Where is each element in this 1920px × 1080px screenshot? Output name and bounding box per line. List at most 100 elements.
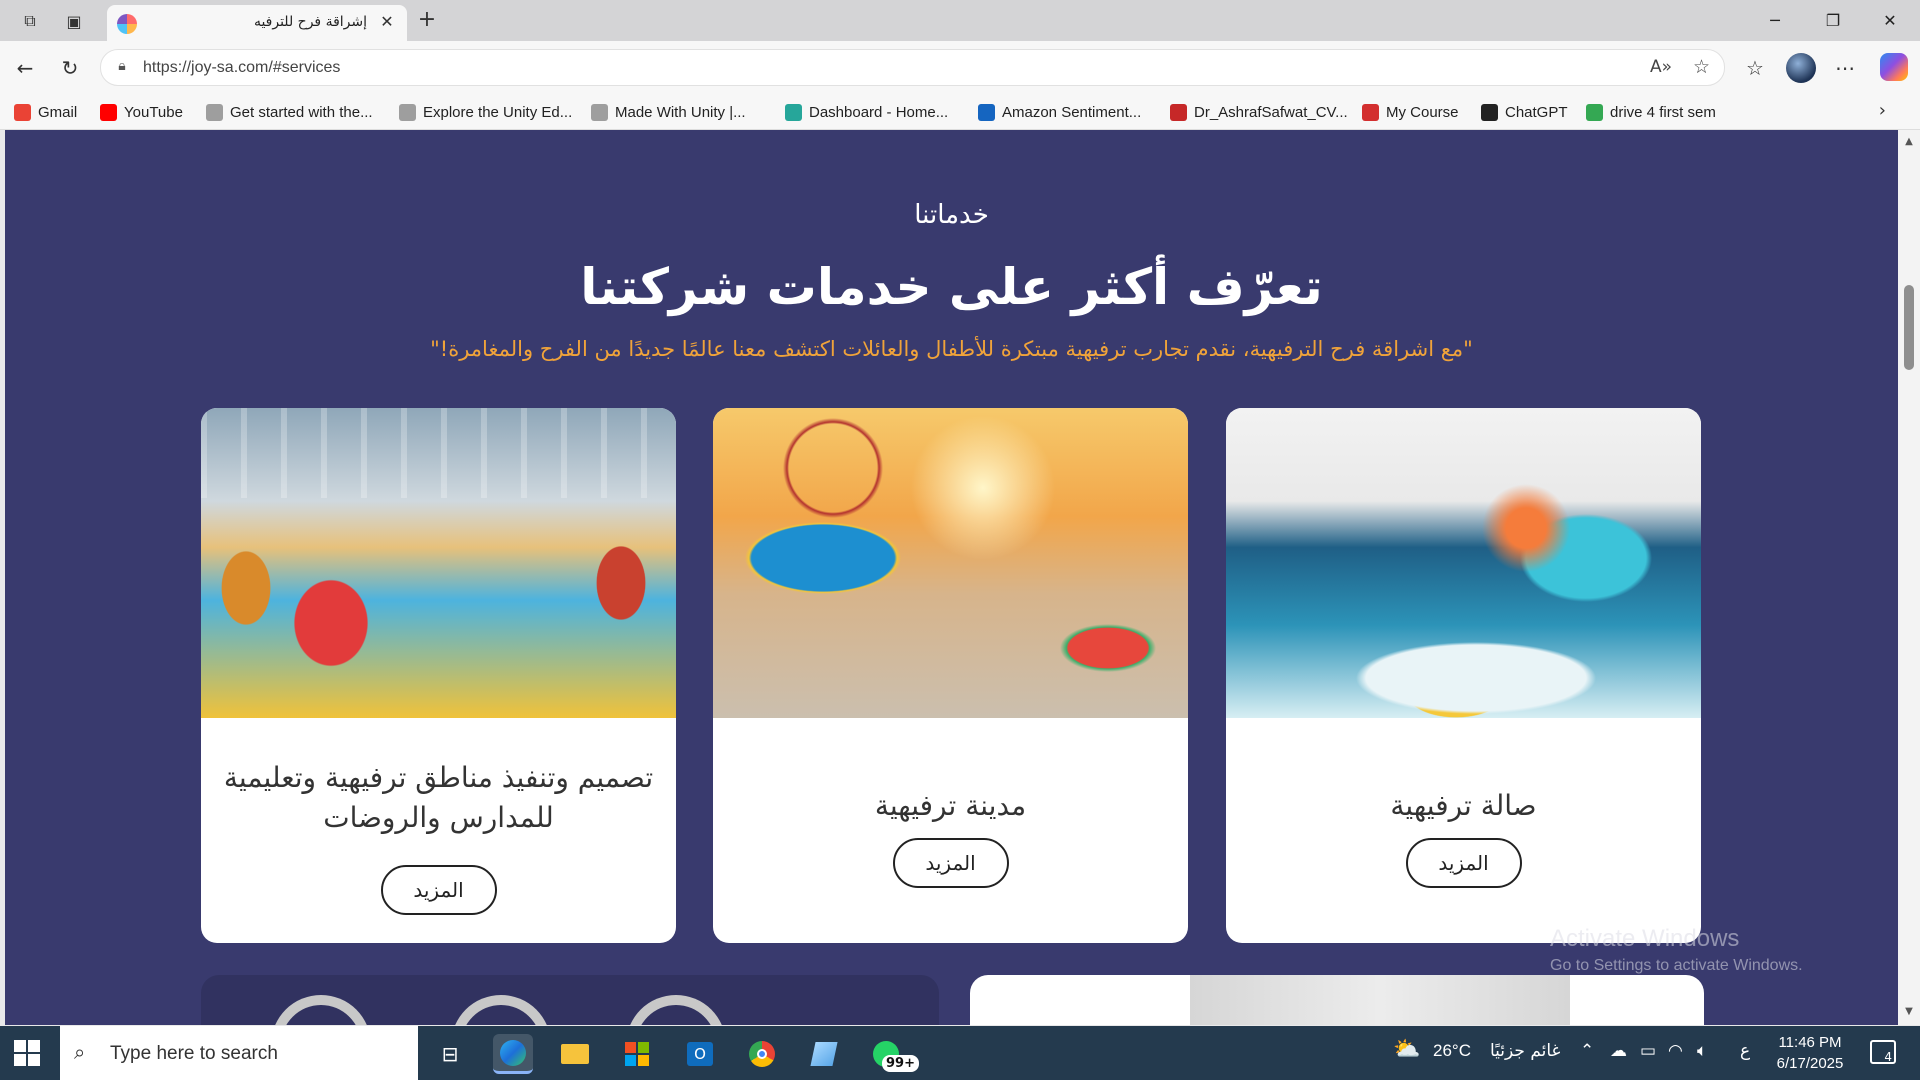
- site-info-icon[interactable]: 🔒︎: [113, 58, 131, 76]
- service-card-partial: [970, 975, 1704, 1025]
- service-card-schools-design: تصميم وتنفيذ مناطق ترفيهية وتعليمية للمد…: [201, 408, 676, 943]
- refresh-icon[interactable]: ↻: [55, 53, 85, 83]
- services-section: خدماتنا تعرّف أكثر على خدمات شركتنا "مع …: [5, 130, 1898, 1025]
- weather-description[interactable]: غائم جزئيًا: [1490, 1041, 1560, 1061]
- system-clock[interactable]: 11:46 PM 6/17/2025: [1770, 1032, 1850, 1074]
- bookmark-dashboard[interactable]: Dashboard - Home...: [785, 101, 948, 123]
- bookmark-drive[interactable]: drive 4 first sem: [1586, 101, 1716, 123]
- service-title: صالة ترفيهية: [1390, 789, 1537, 822]
- notes-app-icon[interactable]: [804, 1034, 844, 1074]
- bookmark-youtube[interactable]: YouTube: [100, 101, 183, 123]
- vertical-tabs-icon[interactable]: ▣: [60, 8, 88, 34]
- service-image: [1226, 408, 1701, 718]
- scroll-thumb[interactable]: [1904, 285, 1914, 370]
- ring-graphic: [451, 995, 551, 1025]
- bookmark-amazon-sentiment[interactable]: Amazon Sentiment...: [978, 101, 1141, 123]
- scroll-up-icon[interactable]: ▲: [1902, 136, 1916, 147]
- bookmark-made-with-unity[interactable]: Made With Unity |...: [591, 101, 746, 123]
- huawei-icon: [1362, 103, 1379, 121]
- section-heading: تعرّف أكثر على خدمات شركتنا: [580, 258, 1323, 316]
- url-text[interactable]: https://joy-sa.com/#services: [143, 59, 340, 77]
- bookmarks-bar: Gmail YouTube Get started with the... Ex…: [0, 94, 1920, 130]
- input-language[interactable]: ع: [1740, 1041, 1750, 1061]
- browser-tab-active[interactable]: إشراقة فرح للترفيه ✕: [107, 5, 407, 41]
- battery-icon[interactable]: ▭: [1640, 1041, 1656, 1061]
- edge-browser-icon[interactable]: [493, 1034, 533, 1074]
- notification-count: 4: [1884, 1050, 1892, 1064]
- weather-icon[interactable]: ⛅: [1393, 1037, 1420, 1062]
- notification-center-icon[interactable]: 4: [1870, 1040, 1896, 1064]
- unity-icon: [206, 103, 223, 121]
- microsoft-store-icon[interactable]: [617, 1034, 657, 1074]
- window-close-icon[interactable]: ✕: [1860, 0, 1920, 41]
- new-tab-button[interactable]: +: [412, 7, 442, 35]
- ring-graphic: [271, 995, 371, 1025]
- activate-windows-watermark: Activate Windows Go to Settings to activ…: [1550, 925, 1803, 974]
- copilot-icon[interactable]: [1880, 53, 1908, 81]
- clock-time: 11:46 PM: [1778, 1034, 1842, 1051]
- service-title: تصميم وتنفيذ مناطق ترفيهية وتعليمية للمد…: [223, 761, 654, 834]
- pdf-icon: [1170, 103, 1187, 121]
- restore-icon[interactable]: ❐: [1803, 0, 1863, 41]
- bookmark-my-course[interactable]: My Course: [1362, 101, 1459, 123]
- bookmark-gmail[interactable]: Gmail: [14, 101, 77, 123]
- service-card-partial: [201, 975, 939, 1025]
- windows-taskbar: ⌕ Type here to search ⊟ O 99+ ⛅ 26°C غائ…: [0, 1026, 1920, 1080]
- climbing-wall-image: [1190, 975, 1570, 1025]
- gmail-icon: [14, 103, 31, 121]
- youtube-icon: [100, 103, 117, 121]
- address-bar[interactable]: 🔒︎ https://joy-sa.com/#services A» ☆: [100, 49, 1725, 86]
- chevron-right-icon[interactable]: ›: [1879, 100, 1886, 121]
- more-button[interactable]: المزيد: [892, 838, 1009, 888]
- bookmark-cv-pdf[interactable]: Dr_AshrafSafwat_CV...: [1170, 101, 1348, 123]
- section-eyebrow: خدماتنا: [914, 200, 989, 230]
- whatsapp-unread-badge: 99+: [882, 1055, 919, 1072]
- onedrive-cloud-icon[interactable]: ☁: [1610, 1041, 1627, 1061]
- dashboard-icon: [785, 103, 802, 121]
- bookmark-chatgpt[interactable]: ChatGPT: [1481, 101, 1568, 123]
- google-drive-icon: [1586, 103, 1603, 121]
- minimize-icon[interactable]: ─: [1745, 0, 1805, 41]
- unity-icon: [591, 103, 608, 121]
- service-title: مدينة ترفيهية: [874, 789, 1027, 822]
- unity-icon: [399, 103, 416, 121]
- task-view-icon[interactable]: ⊟: [430, 1034, 470, 1074]
- section-tagline: "مع اشراقة فرح الترفيهية، نقدم تجارب ترف…: [430, 337, 1473, 361]
- bookmark-unity-get-started[interactable]: Get started with the...: [206, 101, 373, 123]
- service-image: [713, 408, 1188, 718]
- more-button[interactable]: المزيد: [380, 865, 497, 915]
- ring-graphic: [626, 995, 726, 1025]
- wifi-icon[interactable]: ◠: [1668, 1041, 1683, 1061]
- browser-title-bar: ⧉ ▣ إشراقة فرح للترفيه ✕ + ─ ❐ ✕: [0, 0, 1920, 41]
- chevron-up-icon[interactable]: ⌃: [1580, 1041, 1594, 1061]
- service-card-entertainment-hall: صالة ترفيهية المزيد: [1226, 408, 1701, 943]
- clock-date: 6/17/2025: [1776, 1055, 1844, 1072]
- chrome-icon[interactable]: [742, 1034, 782, 1074]
- volume-icon[interactable]: 🔈︎: [1697, 1041, 1707, 1061]
- more-button[interactable]: المزيد: [1405, 838, 1522, 888]
- service-card-amusement-park: مدينة ترفيهية المزيد: [713, 408, 1188, 943]
- workspaces-icon[interactable]: ⧉: [16, 8, 44, 34]
- weather-temperature[interactable]: 26°C: [1433, 1041, 1471, 1061]
- bookmark-unity-explore[interactable]: Explore the Unity Ed...: [399, 101, 572, 123]
- site-favicon-icon: [117, 14, 137, 34]
- file-explorer-icon[interactable]: [555, 1034, 595, 1074]
- kaggle-icon: [978, 103, 995, 121]
- windows-start-icon[interactable]: [14, 1040, 40, 1066]
- service-image: [201, 408, 676, 718]
- tab-close-icon[interactable]: ✕: [377, 12, 397, 31]
- outlook-icon[interactable]: O: [680, 1034, 720, 1074]
- profile-avatar[interactable]: [1786, 53, 1816, 83]
- favorites-icon[interactable]: ☆: [1740, 53, 1770, 83]
- taskbar-search-box[interactable]: ⌕ Type here to search: [60, 1026, 418, 1080]
- read-aloud-icon[interactable]: A»: [1650, 57, 1672, 77]
- search-icon: ⌕: [74, 1040, 86, 1064]
- chatgpt-icon: [1481, 103, 1498, 121]
- page-scrollbar[interactable]: ▲ ▼: [1898, 130, 1920, 1025]
- more-menu-icon[interactable]: ⋯: [1830, 53, 1860, 83]
- search-placeholder: Type here to search: [110, 1043, 278, 1064]
- scroll-down-icon[interactable]: ▼: [1902, 1006, 1916, 1017]
- favorite-star-icon[interactable]: ☆: [1693, 56, 1710, 78]
- back-arrow-icon[interactable]: ←: [10, 53, 40, 83]
- browser-toolbar: ← ↻ 🔒︎ https://joy-sa.com/#services A» ☆…: [0, 41, 1920, 94]
